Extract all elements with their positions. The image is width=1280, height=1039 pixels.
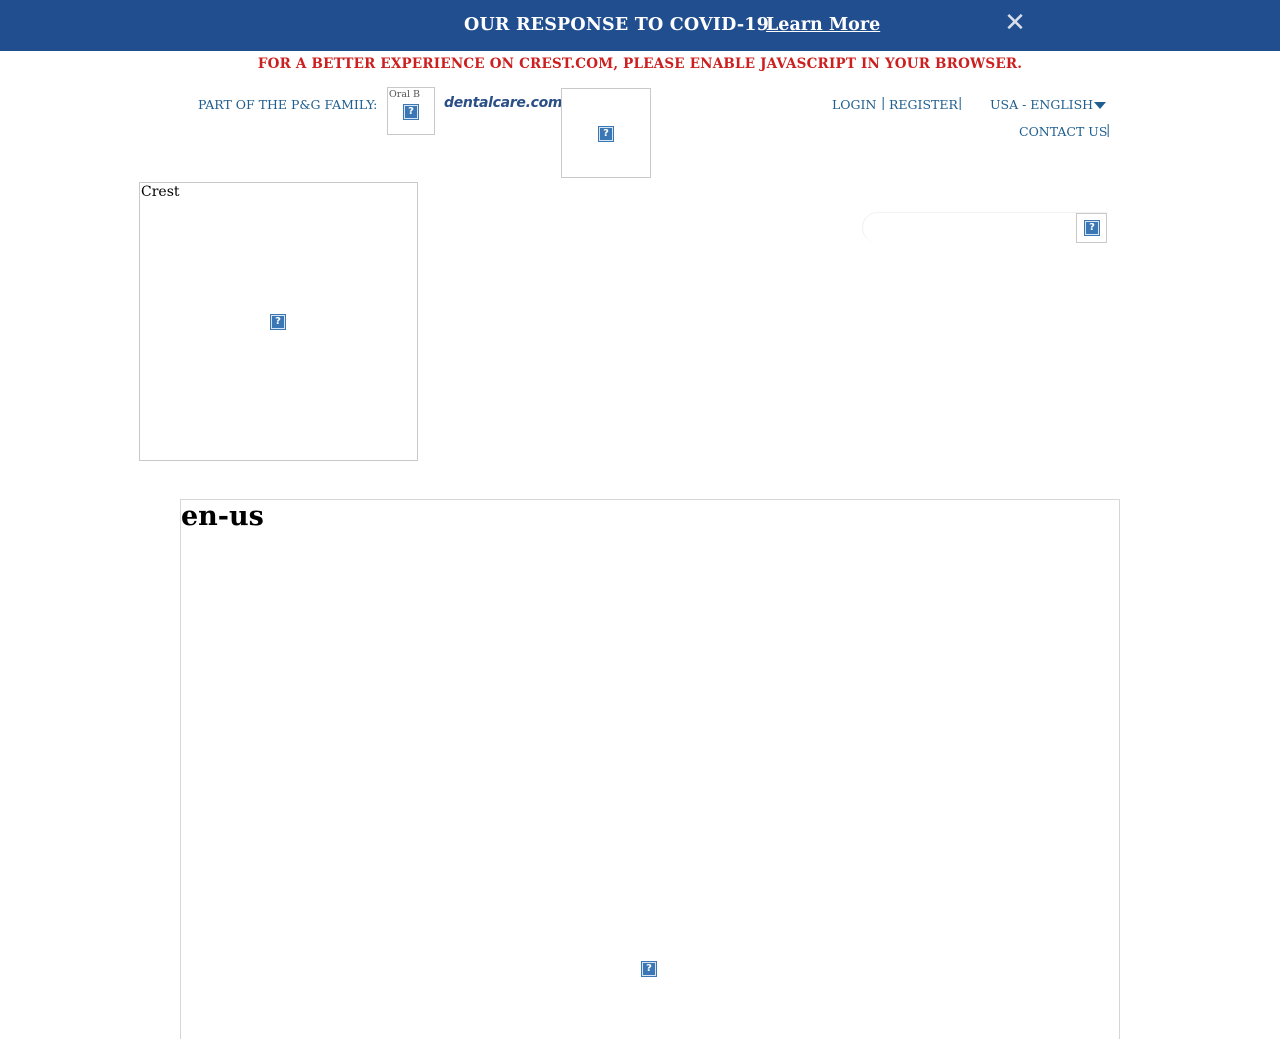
oral-b-alt-text: Oral B xyxy=(389,89,421,100)
separator: | xyxy=(881,96,886,111)
login-link[interactable]: LOGIN xyxy=(832,97,876,112)
main-content: en-us ? xyxy=(180,499,1120,1039)
search-input[interactable] xyxy=(872,214,1076,242)
oral-b-logo-link[interactable]: Oral B ? xyxy=(387,87,435,135)
brand-logo-link[interactable]: ? xyxy=(561,88,651,178)
broken-image-icon: ? xyxy=(1084,220,1100,236)
covid-banner: OUR RESPONSE TO COVID-19 Learn More ✕ xyxy=(0,0,1280,51)
locale-heading: en-us xyxy=(181,501,264,532)
broken-image-icon: ? xyxy=(641,961,657,977)
broken-image-icon: ? xyxy=(403,104,419,120)
crest-logo-link[interactable]: Crest ? xyxy=(139,182,418,461)
search-button[interactable]: ? xyxy=(1076,213,1107,243)
chevron-down-icon[interactable] xyxy=(1094,102,1106,109)
contact-us-link[interactable]: CONTACT US xyxy=(1019,124,1107,139)
broken-image-icon: ? xyxy=(598,126,614,142)
language-selector[interactable]: USA - ENGLISH xyxy=(990,97,1093,112)
javascript-notice: FOR A BETTER EXPERIENCE ON CREST.COM, PL… xyxy=(257,56,1023,72)
broken-image-icon: ? xyxy=(270,314,286,330)
dentalcare-logo-link[interactable]: dentalcare.com xyxy=(444,95,563,111)
pg-family-label: PART OF THE P&G FAMILY: xyxy=(198,97,378,112)
crest-logo-alt-text: Crest xyxy=(141,184,180,200)
register-link[interactable]: REGISTER xyxy=(889,97,958,112)
learn-more-link[interactable]: Learn More xyxy=(766,15,880,35)
close-icon[interactable]: ✕ xyxy=(1003,9,1027,37)
separator: | xyxy=(958,96,963,111)
separator: | xyxy=(1106,123,1111,138)
banner-message: OUR RESPONSE TO COVID-19 xyxy=(464,15,770,35)
